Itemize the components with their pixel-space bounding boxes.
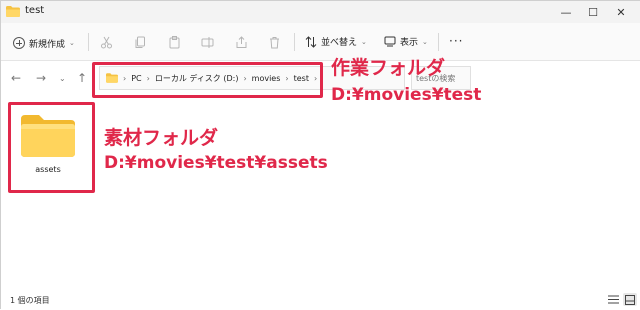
chevron-down-icon: ⌄ [69, 39, 75, 47]
sort-icon [305, 35, 317, 48]
divider [438, 33, 439, 51]
new-label: 新規作成 [29, 39, 66, 50]
view-button[interactable]: 表示 ⌄ [384, 35, 428, 48]
material-folder-title: 素材フォルダ [104, 127, 219, 149]
copy-icon[interactable] [134, 36, 147, 49]
rename-icon[interactable] [201, 36, 214, 49]
more-options-button[interactable]: ··· [449, 34, 463, 48]
up-arrow-icon[interactable]: ↑ [77, 71, 87, 85]
divider [88, 33, 89, 51]
work-folder-title: 作業フォルダ [331, 57, 446, 79]
view-icon [384, 36, 396, 47]
paste-icon[interactable] [168, 36, 181, 49]
explorer-window: test — ☐ ✕ 新規作成 ⌄ 並べ替え ⌄ 表示 ⌄ ··· ← → ⌄ … [0, 0, 640, 310]
item-count: 1 個の項目 [10, 296, 50, 305]
forward-arrow-icon[interactable]: → [36, 71, 46, 85]
window-title: test [25, 5, 45, 16]
details-view-icon [607, 295, 619, 304]
title-bar: test — ☐ ✕ [1, 1, 640, 23]
minimize-button[interactable]: — [551, 1, 581, 23]
close-button[interactable]: ✕ [606, 1, 636, 23]
material-folder-path: D:¥movies¥test¥assets [104, 153, 328, 173]
divider [294, 33, 295, 51]
cut-icon[interactable] [100, 36, 113, 49]
work-folder-path: D:¥movies¥test [331, 85, 482, 105]
chevron-down-icon: ⌄ [422, 37, 428, 46]
file-list: assets [1, 95, 640, 288]
large-icons-view-button[interactable] [623, 293, 637, 306]
work-folder-highlight-box [92, 62, 323, 98]
material-folder-highlight-box [8, 102, 95, 193]
details-view-button[interactable] [606, 293, 620, 306]
sort-label: 並べ替え [321, 38, 358, 48]
plus-icon [13, 37, 25, 49]
view-label: 表示 [400, 38, 419, 48]
folder-icon [6, 6, 20, 17]
chevron-down-icon: ⌄ [361, 37, 367, 46]
sort-button[interactable]: 並べ替え ⌄ [305, 35, 367, 48]
recent-locations-icon[interactable]: ⌄ [59, 74, 66, 83]
large-icons-view-icon [625, 294, 635, 305]
maximize-button[interactable]: ☐ [578, 1, 608, 23]
command-bar: 新規作成 ⌄ 並べ替え ⌄ 表示 ⌄ ··· [1, 23, 640, 61]
new-button[interactable]: 新規作成 ⌄ [13, 35, 75, 51]
status-bar: 1 個の項目 [1, 288, 640, 310]
delete-icon[interactable] [268, 36, 281, 49]
share-icon[interactable] [235, 36, 248, 49]
back-arrow-icon[interactable]: ← [11, 71, 21, 85]
